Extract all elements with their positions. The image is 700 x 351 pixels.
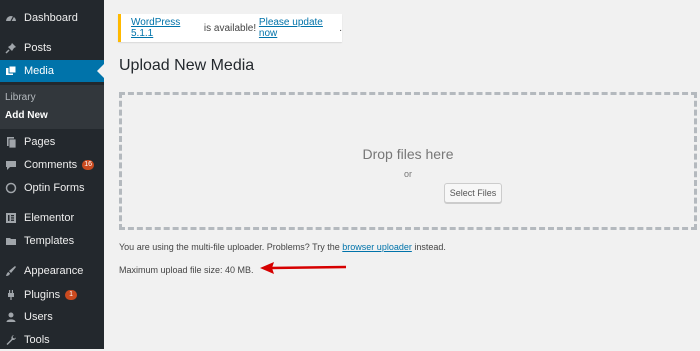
- menu-pages[interactable]: Pages: [0, 131, 104, 153]
- drop-zone[interactable]: Drop files here or Select Files: [119, 92, 697, 230]
- menu-dashboard[interactable]: Dashboard: [0, 7, 104, 29]
- comments-count-badge: 16: [82, 160, 95, 170]
- browser-uploader-link[interactable]: browser uploader: [342, 242, 412, 252]
- pin-icon: [4, 42, 17, 55]
- menu-label: Pages: [24, 136, 56, 148]
- submenu-add-new[interactable]: Add New: [5, 110, 48, 121]
- notice-period: .: [339, 22, 342, 34]
- folder-icon: [4, 235, 17, 248]
- or-text: or: [403, 169, 412, 179]
- pages-icon: [4, 136, 17, 149]
- user-icon: [4, 311, 17, 324]
- menu-posts[interactable]: Posts: [0, 37, 104, 59]
- menu-media[interactable]: Media: [0, 60, 104, 82]
- menu-label: Posts: [24, 42, 52, 54]
- max-upload-size-text: Maximum upload file size: 40 MB.: [119, 265, 254, 275]
- helper-suffix: instead.: [411, 242, 446, 252]
- page-title: Upload New Media: [119, 57, 255, 74]
- menu-label: Media: [24, 65, 54, 77]
- brush-icon: [4, 265, 17, 278]
- menu-tools[interactable]: Tools: [0, 329, 104, 351]
- menu-label: Elementor: [24, 212, 75, 224]
- menu-appearance[interactable]: Appearance: [0, 260, 104, 282]
- comment-icon: [4, 159, 17, 172]
- menu-templates[interactable]: Templates: [0, 230, 104, 252]
- menu-label: Users: [24, 311, 53, 323]
- update-notice: WordPress 5.1.1 is available! Please upd…: [118, 14, 342, 42]
- admin-sidebar: Dashboard Posts Media Library Add New Pa…: [0, 0, 104, 349]
- media-icon: [4, 65, 17, 78]
- menu-label: Optin Forms: [24, 182, 85, 194]
- menu-label: Dashboard: [24, 12, 78, 24]
- plugin-icon: [4, 289, 17, 302]
- menu-elementor[interactable]: Elementor: [0, 207, 104, 229]
- dashboard-icon: [4, 12, 17, 25]
- wordpress-version-link[interactable]: WordPress 5.1.1: [131, 17, 201, 39]
- menu-label: Tools: [24, 334, 50, 346]
- optin-icon: [4, 182, 17, 195]
- menu-plugins[interactable]: Plugins 1: [0, 284, 104, 306]
- menu-label: Plugins: [24, 289, 61, 301]
- notice-text: is available!: [201, 22, 259, 34]
- select-files-button[interactable]: Select Files: [444, 183, 502, 203]
- menu-users[interactable]: Users: [0, 306, 104, 328]
- submenu-library[interactable]: Library: [5, 92, 36, 103]
- menu-comments[interactable]: Comments 16: [0, 154, 104, 176]
- media-submenu: Library Add New: [0, 85, 104, 129]
- uploader-help-text: You are using the multi-file uploader. P…: [119, 242, 446, 252]
- update-now-link[interactable]: Please update now: [259, 17, 339, 39]
- drop-files-text: Drop files here: [362, 146, 454, 162]
- menu-label: Appearance: [24, 265, 84, 277]
- menu-label: Comments: [24, 159, 78, 171]
- wrench-icon: [4, 334, 17, 347]
- red-arrow-annotation: [260, 262, 347, 274]
- elementor-icon: [4, 212, 17, 225]
- menu-label: Templates: [24, 235, 75, 247]
- plugins-count-badge: 1: [65, 290, 78, 300]
- helper-prefix: You are using the multi-file uploader. P…: [119, 242, 343, 252]
- menu-optin-forms[interactable]: Optin Forms: [0, 177, 104, 199]
